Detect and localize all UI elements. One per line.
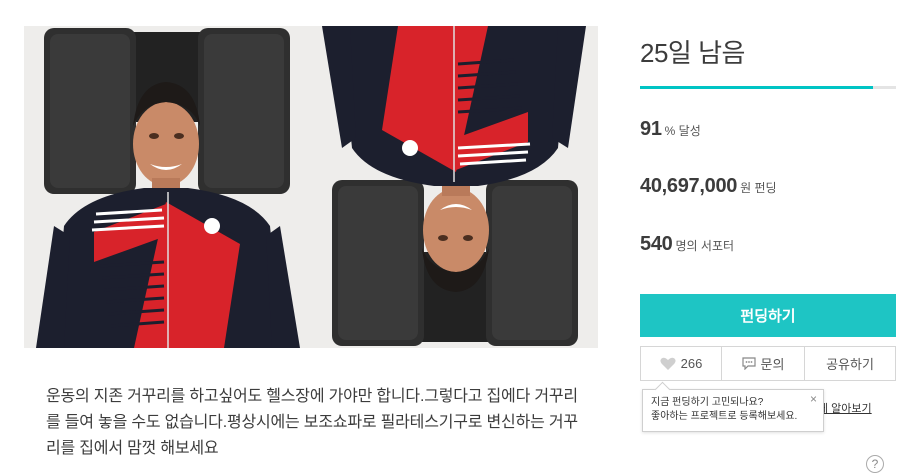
fund-button[interactable]: 펀딩하기	[640, 294, 896, 337]
inquiry-button[interactable]: 문의	[722, 346, 805, 381]
funding-progress-bar	[640, 86, 896, 89]
action-buttons: 266 문의 공유하기	[640, 346, 896, 381]
achievement-rate: 91% 달성	[640, 118, 701, 141]
project-image	[24, 26, 598, 348]
achievement-rate-value: 91	[640, 118, 662, 140]
heart-icon	[660, 357, 676, 370]
chat-icon	[741, 357, 756, 370]
share-button[interactable]: 공유하기	[805, 346, 896, 381]
funded-amount-value: 40,697,000	[640, 175, 738, 197]
tooltip-line-1: 지금 펀딩하기 고민되나요?	[651, 397, 764, 408]
funded-amount: 40,697,000 원 펀딩	[640, 175, 777, 198]
project-description: 운동의 지존 거꾸리를 하고싶어도 헬스장에 가야만 합니다.그렇다고 집에다 …	[46, 388, 578, 457]
supporter-count-value: 540	[640, 233, 673, 255]
like-count: 266	[680, 356, 703, 371]
funded-amount-unit: 원 펀딩	[740, 181, 777, 195]
supporter-count-unit: 명의 서포터	[675, 239, 735, 253]
tooltip-line-2: 좋아하는 프로젝트로 등록해보세요.	[651, 411, 798, 422]
photo-man-inverted	[311, 26, 598, 348]
days-left: 25일 남음	[640, 38, 745, 68]
notify-link[interactable]: 에 알아보기	[818, 400, 872, 416]
inquiry-label: 문의	[760, 357, 785, 372]
close-icon[interactable]: ×	[810, 393, 817, 405]
like-button[interactable]: 266	[640, 346, 722, 381]
like-tooltip: × 지금 펀딩하기 고민되나요? 좋아하는 프로젝트로 등록해보세요.	[642, 389, 824, 432]
photo-man-upright	[24, 26, 311, 348]
help-icon[interactable]: ?	[866, 455, 884, 473]
supporter-count: 540 명의 서포터	[640, 233, 734, 256]
achievement-rate-unit: % 달성	[664, 124, 701, 138]
funding-progress-fill	[640, 86, 873, 89]
